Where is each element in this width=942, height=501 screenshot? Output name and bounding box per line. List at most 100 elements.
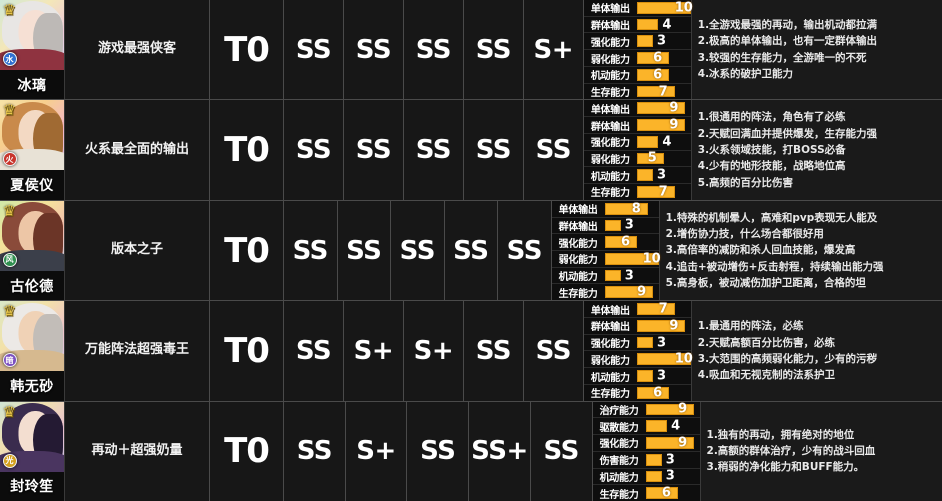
stat-bar-chart: 单体输出 9 群体输出 9 强化能力 4 弱化能力 5 机动能力 3 生存能力 7 <box>583 100 692 200</box>
stat-row: 机动能力 3 <box>583 167 691 185</box>
grade-cell: SS <box>463 100 524 200</box>
stat-row: 机动能力 6 <box>583 66 691 84</box>
fire-element-icon: 火 <box>2 152 17 167</box>
stat-track: 10 <box>636 351 693 368</box>
stat-track: 4 <box>645 418 700 435</box>
stat-value: 3 <box>656 167 666 183</box>
grade-cell: SS+ <box>469 401 531 501</box>
stat-bar-chart: 治疗能力 9 驱散能力 4 强化能力 9 伤害能力 3 机动能力 3 生存能力 6 <box>592 401 701 501</box>
stat-label: 伤害能力 <box>592 451 646 468</box>
character-tagline: 游戏最强侠客 <box>65 0 210 100</box>
grade-cell: SS <box>284 401 346 501</box>
grade-cell: SS <box>463 0 524 100</box>
stat-row: 治疗能力 9 <box>592 401 700 419</box>
stat-value: 9 <box>669 318 679 334</box>
stat-label: 强化能力 <box>551 234 605 251</box>
avatar[interactable]: ♛ 光 <box>0 401 64 472</box>
wind-element-icon: 风 <box>2 252 17 267</box>
avatar[interactable]: ♛ 暗 <box>0 301 64 372</box>
stat-row: 生存能力 7 <box>583 184 691 200</box>
stat-row: 弱化能力 10 <box>551 251 661 268</box>
stat-label: 机动能力 <box>583 368 637 384</box>
character-notes: 1.很通用的阵法，角色有了必练 2.天赋回满血并提供爆发，生存能力强 3.火系领域技… <box>691 100 942 200</box>
stat-value: 9 <box>669 117 679 133</box>
character-cell[interactable]: ♛ 火夏侯仪 <box>0 100 65 200</box>
note-line: 2.天赋高额百分比伤害，必练 <box>697 336 836 349</box>
stat-row: 群体输出 9 <box>583 317 691 335</box>
stat-label: 机动能力 <box>583 66 637 83</box>
stat-track: 9 <box>636 100 691 117</box>
stat-label: 生存能力 <box>583 184 637 200</box>
stat-bar <box>636 35 653 48</box>
stat-track: 3 <box>636 334 691 351</box>
character-cell[interactable]: ♛ 暗韩无砂 <box>0 301 65 401</box>
grade-cell: SS <box>407 401 470 501</box>
note-line: 2.增伤协力技，什么场合都很好用 <box>665 228 824 241</box>
stat-track: 7 <box>636 301 691 317</box>
stat-label: 治疗能力 <box>592 401 646 418</box>
stat-label: 生存能力 <box>592 485 646 501</box>
stat-track: 6 <box>645 485 700 501</box>
stat-value: 3 <box>656 368 666 384</box>
grade-cell: SS <box>284 100 344 200</box>
character-cell[interactable]: ♛ 水冰璃 <box>0 0 65 100</box>
stat-row: 弱化能力 5 <box>583 150 691 168</box>
character-tagline: 版本之子 <box>65 200 210 301</box>
stat-bar <box>636 370 653 382</box>
stat-row: 生存能力 6 <box>592 485 700 501</box>
grade-cell: SS <box>337 200 392 301</box>
stat-label: 生存能力 <box>551 284 605 301</box>
note-line: 4.少有的地形技能，战略地位高 <box>697 160 846 173</box>
stat-track: 3 <box>636 167 691 184</box>
stat-bar <box>636 169 653 182</box>
character-cell[interactable]: ♛ 光封玲笙 <box>0 401 65 501</box>
stat-value: 4 <box>671 418 681 434</box>
note-line: 1.独有的再动，拥有绝对的地位 <box>706 428 855 441</box>
stat-bar <box>604 219 621 232</box>
note-line: 3.高倍率的减防和杀人回血技能，爆发高 <box>665 244 856 257</box>
avatar[interactable]: ♛ 风 <box>0 200 64 271</box>
stat-row: 伤害能力 3 <box>592 451 700 469</box>
stat-bar <box>636 186 675 198</box>
stat-track: 6 <box>604 234 659 251</box>
note-line: 4.追击+被动增伤+反击射程，持续输出能力强 <box>665 260 884 273</box>
stat-track: 7 <box>636 184 691 200</box>
tier-badge: T0 <box>210 401 284 501</box>
stat-bar <box>604 269 621 282</box>
stat-track: 8 <box>604 200 659 217</box>
stat-value: 8 <box>631 201 641 217</box>
stat-track: 4 <box>636 133 691 150</box>
character-tier-table: ♛ 水冰璃 游戏最强侠客 T0 SS SS SS SS S+ 单体输出 10 群体输出 4 强化能力 3 弱化… <box>0 0 942 501</box>
crown-icon: ♛ <box>2 101 16 120</box>
stat-label: 强化能力 <box>592 435 646 451</box>
stat-label: 弱化能力 <box>551 251 605 267</box>
stat-label: 机动能力 <box>592 468 646 485</box>
note-line: 4.吸血和无视克制的法系护卫 <box>697 369 836 382</box>
grade-cell: SS <box>343 0 404 100</box>
stat-row: 单体输出 10 <box>583 0 693 17</box>
crown-gold-icon: ♛ <box>2 302 16 321</box>
grade-cell: S+ <box>343 301 404 401</box>
stat-row: 强化能力 3 <box>583 33 691 51</box>
stat-value: 7 <box>658 184 668 200</box>
stat-label: 弱化能力 <box>583 351 637 368</box>
character-cell[interactable]: ♛ 风古伦德 <box>0 200 65 301</box>
stat-track: 9 <box>645 435 700 451</box>
stat-label: 强化能力 <box>583 334 637 351</box>
grade-cell: SS <box>391 200 445 301</box>
stat-label: 弱化能力 <box>583 50 637 66</box>
stat-bar <box>604 202 648 215</box>
character-notes: 1.特殊的机制晕人，高难和pvp表现无人能及 2.增伤协力技，什么场合都很好用 3.… <box>659 200 942 301</box>
tier-badge: T0 <box>210 301 284 401</box>
stat-track: 6 <box>636 66 691 83</box>
stat-value: 7 <box>658 301 668 317</box>
note-line: 3.火系领域技能，打BOSS必备 <box>697 143 846 156</box>
avatar[interactable]: ♛ 火 <box>0 100 64 171</box>
crown-icon: ♛ <box>2 1 16 19</box>
grade-cell: SS <box>498 200 552 301</box>
avatar[interactable]: ♛ 水 <box>0 0 64 70</box>
stat-track: 6 <box>636 384 691 401</box>
stat-track: 6 <box>636 50 691 66</box>
grade-cell: SS <box>463 301 524 401</box>
character-name: 封玲笙 <box>0 471 64 501</box>
